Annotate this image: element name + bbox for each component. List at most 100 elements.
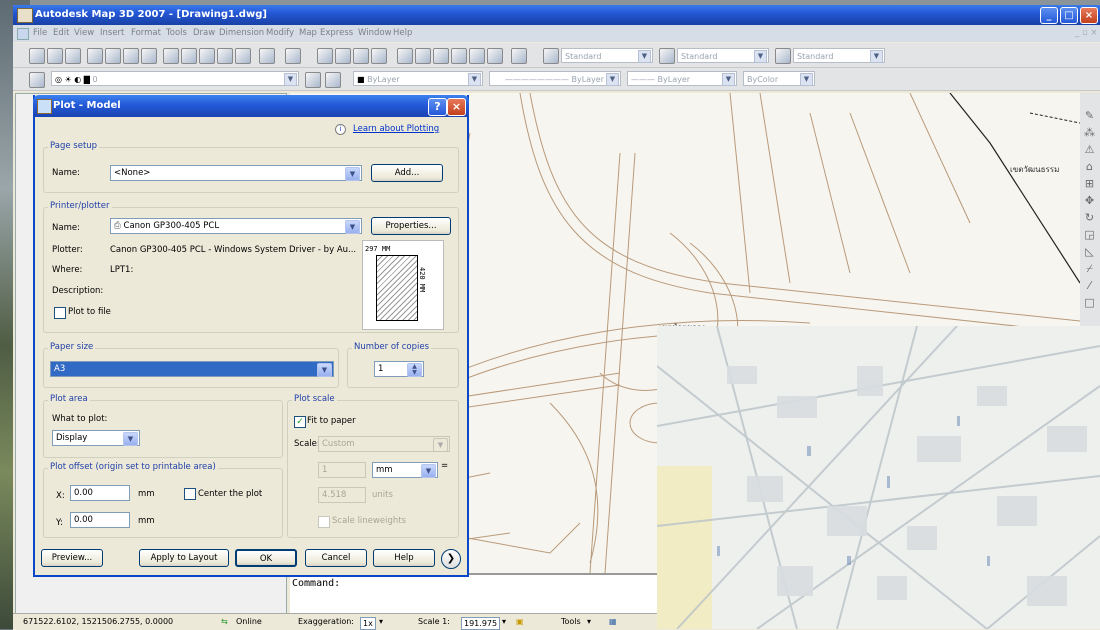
design-center-icon[interactable]: [415, 48, 431, 64]
page-setup-name-select[interactable]: <None> ▼: [110, 165, 362, 181]
table-style-select[interactable]: Standard ▼: [793, 48, 885, 63]
new-icon[interactable]: [29, 48, 45, 64]
paste-icon[interactable]: [199, 48, 215, 64]
menu-format[interactable]: Format: [131, 28, 161, 38]
lineweight-select[interactable]: ——— ByLayer ▼: [627, 71, 737, 86]
array-icon[interactable]: ⊞: [1083, 177, 1096, 190]
layer-select[interactable]: ◎ ☀ ◐ ▇ 0 ▼: [51, 71, 299, 86]
ok-button[interactable]: OK: [235, 549, 297, 567]
paper-size-select[interactable]: A3 ▼: [50, 361, 334, 377]
copy-object-icon[interactable]: ⁂: [1083, 126, 1096, 139]
help-button[interactable]: ?: [428, 98, 447, 116]
offset-icon[interactable]: ⌂: [1083, 160, 1096, 173]
zoom-realtime-icon[interactable]: [335, 48, 351, 64]
menu-dimension[interactable]: Dimension: [219, 28, 264, 38]
scale-drawing-units-input[interactable]: 4.518: [318, 487, 366, 503]
calculator-icon[interactable]: [487, 48, 503, 64]
menu-map[interactable]: Map: [299, 28, 317, 38]
layer-manager-icon[interactable]: [29, 72, 45, 88]
redo-icon[interactable]: [285, 48, 301, 64]
markup-icon[interactable]: [469, 48, 485, 64]
add-button[interactable]: Add...: [371, 164, 443, 182]
tool-palettes-icon[interactable]: [433, 48, 449, 64]
command-line[interactable]: Command:: [290, 573, 668, 613]
scale-select[interactable]: 191.975: [461, 617, 501, 630]
minimize-button[interactable]: _: [1040, 7, 1058, 24]
plotstyle-select[interactable]: ByColor ▼: [743, 71, 815, 86]
rotate-icon[interactable]: ↻: [1083, 211, 1096, 224]
online-status[interactable]: Online: [236, 617, 262, 626]
color-select[interactable]: ■ ByLayer ▼: [353, 71, 483, 86]
tools-menu[interactable]: Tools: [561, 617, 581, 626]
center-plot-checkbox[interactable]: [184, 488, 196, 500]
menu-file[interactable]: File: [33, 28, 47, 38]
menu-view[interactable]: View: [74, 28, 94, 38]
zoom-window-icon[interactable]: [353, 48, 369, 64]
close-window-button[interactable]: ×: [1080, 7, 1098, 24]
scale-paper-units-input[interactable]: 1: [318, 462, 366, 478]
copy-icon[interactable]: [181, 48, 197, 64]
save-icon[interactable]: [65, 48, 81, 64]
scale-unit-select[interactable]: mm ▼: [372, 462, 438, 478]
menu-modify[interactable]: Modify: [266, 28, 294, 38]
cut-icon[interactable]: [163, 48, 179, 64]
zoom-previous-icon[interactable]: [371, 48, 387, 64]
dim-style-select[interactable]: Standard ▼: [677, 48, 769, 63]
help-icon[interactable]: [511, 48, 527, 64]
match-properties-icon[interactable]: [217, 48, 233, 64]
tray-icon[interactable]: ▦: [609, 617, 617, 626]
stretch-icon[interactable]: ◺: [1083, 245, 1096, 258]
layer-previous-icon[interactable]: [325, 72, 341, 88]
menu-help[interactable]: Help: [393, 28, 412, 38]
lock-icon[interactable]: ▣: [516, 617, 524, 626]
scale-icon[interactable]: ◲: [1083, 228, 1096, 241]
offset-x-input[interactable]: 0.00: [70, 485, 130, 501]
menu-draw[interactable]: Draw: [193, 28, 215, 38]
apply-to-layout-button[interactable]: Apply to Layout: [139, 549, 229, 567]
scale-lineweights-checkbox[interactable]: [318, 516, 330, 528]
plot-preview-icon[interactable]: [105, 48, 121, 64]
exaggeration-select[interactable]: 1x: [360, 617, 376, 630]
learn-about-plotting-link[interactable]: Learn about Plotting: [353, 124, 439, 134]
offset-y-input[interactable]: 0.00: [70, 512, 130, 528]
chevron-down-icon[interactable]: ▾: [587, 617, 591, 626]
block-editor-icon[interactable]: [235, 48, 251, 64]
cancel-button[interactable]: Cancel: [305, 549, 367, 567]
menu-insert[interactable]: Insert: [100, 28, 124, 38]
3d-dwf-icon[interactable]: [141, 48, 157, 64]
scale-select[interactable]: Custom ▼: [318, 436, 450, 452]
make-current-layer-icon[interactable]: [305, 72, 321, 88]
properties-button[interactable]: Properties...: [371, 217, 451, 235]
what-to-plot-select[interactable]: Display ▼: [52, 430, 140, 446]
plot-to-file-checkbox[interactable]: [54, 307, 66, 319]
menu-edit[interactable]: Edit: [53, 28, 69, 38]
printer-name-select[interactable]: ⎙ Canon GP300-405 PCL ▼: [110, 218, 362, 234]
dialog-help-button[interactable]: Help: [373, 549, 435, 567]
extend-icon[interactable]: ⁄: [1083, 279, 1096, 292]
publish-icon[interactable]: [123, 48, 139, 64]
properties-icon[interactable]: [397, 48, 413, 64]
open-icon[interactable]: [47, 48, 63, 64]
plot-icon[interactable]: [87, 48, 103, 64]
mirror-icon[interactable]: ⚠: [1083, 143, 1096, 156]
chevron-down-icon[interactable]: ▾: [379, 617, 383, 626]
copies-spinner[interactable]: 1 ▲ ▼: [374, 361, 424, 377]
close-dialog-button[interactable]: ×: [447, 98, 466, 116]
chevron-down-icon[interactable]: ▾: [502, 617, 506, 626]
trim-icon[interactable]: ⌿: [1083, 262, 1096, 275]
text-style-select[interactable]: Standard ▼: [561, 48, 653, 63]
preview-button[interactable]: Preview...: [41, 549, 103, 567]
fit-to-paper-checkbox[interactable]: ✓: [294, 416, 306, 428]
move-icon[interactable]: ✥: [1083, 194, 1096, 207]
undo-icon[interactable]: [259, 48, 275, 64]
pan-icon[interactable]: [317, 48, 333, 64]
erase-icon[interactable]: ✎: [1083, 109, 1096, 122]
break-icon[interactable]: □: [1083, 296, 1096, 309]
sheet-set-icon[interactable]: [451, 48, 467, 64]
mdi-controls[interactable]: _ ▫ ×: [1075, 28, 1098, 38]
menu-window[interactable]: Window: [358, 28, 392, 38]
linetype-select[interactable]: ———————— ByLayer ▼: [489, 71, 621, 86]
expand-more-options-icon[interactable]: ❯: [441, 549, 461, 569]
menu-tools[interactable]: Tools: [166, 28, 187, 38]
menu-express[interactable]: Express: [320, 28, 353, 38]
